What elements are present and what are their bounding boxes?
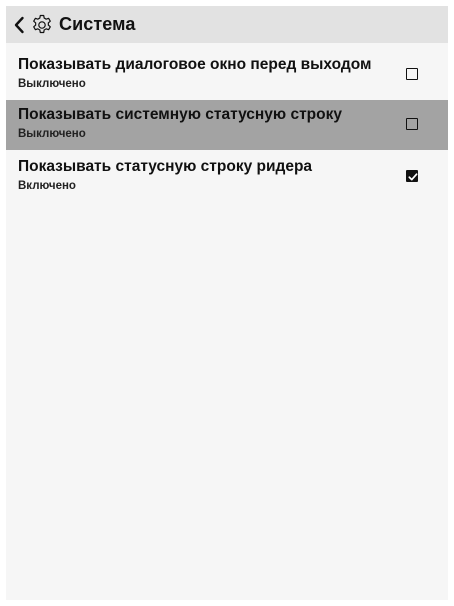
gear-icon xyxy=(30,13,54,37)
setting-status: Выключено xyxy=(18,78,86,90)
checkbox-unchecked[interactable] xyxy=(406,118,418,130)
back-button[interactable] xyxy=(8,6,30,43)
chevron-left-icon xyxy=(14,16,24,33)
settings-screen: Система Показывать диалоговое окно перед… xyxy=(6,6,448,600)
setting-title: Показывать системную статусную строку xyxy=(18,106,342,123)
checkbox-unchecked[interactable] xyxy=(406,68,418,80)
setting-title: Показывать диалоговое окно перед выходом xyxy=(18,56,372,73)
setting-row-system-status-bar[interactable]: Показывать системную статусную строку Вы… xyxy=(6,100,448,150)
setting-status: Выключено xyxy=(18,128,86,140)
setting-row-exit-dialog[interactable]: Показывать диалоговое окно перед выходом… xyxy=(6,50,448,100)
header-bar: Система xyxy=(6,6,448,43)
checkmark-icon xyxy=(408,173,418,181)
page-title: Система xyxy=(59,14,136,34)
checkbox-checked[interactable] xyxy=(406,170,418,182)
setting-row-reader-status-bar[interactable]: Показывать статусную строку ридера Включ… xyxy=(6,152,448,202)
setting-title: Показывать статусную строку ридера xyxy=(18,158,313,175)
setting-status: Включено xyxy=(18,180,76,192)
